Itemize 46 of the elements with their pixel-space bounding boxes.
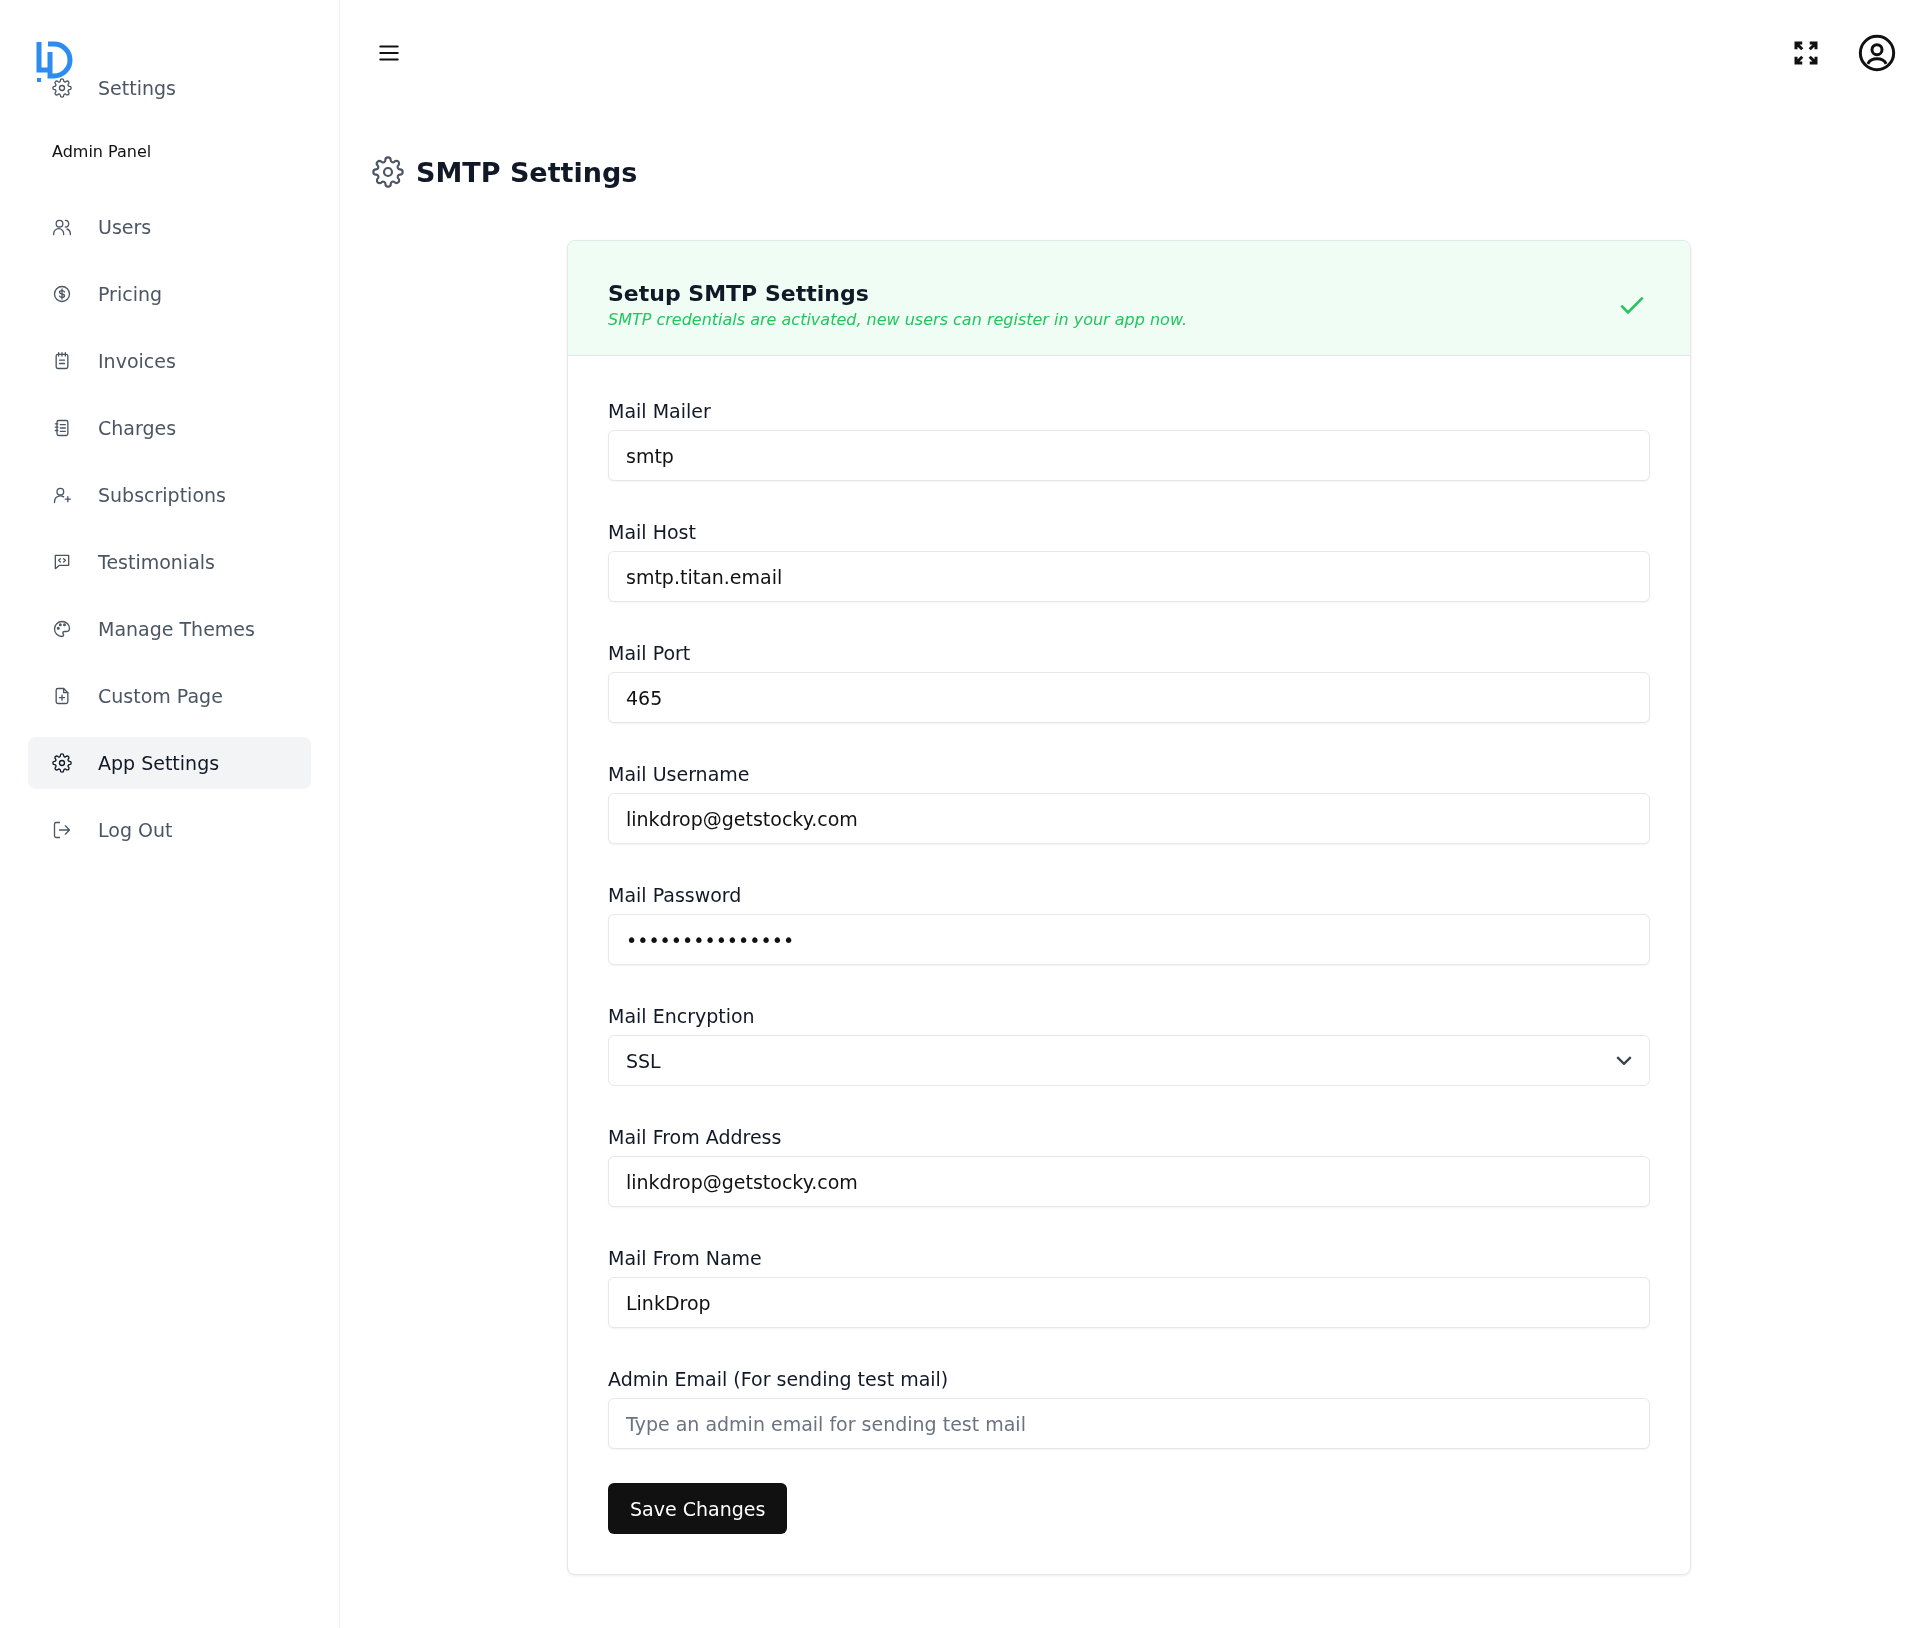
section-title: Admin Panel	[52, 142, 153, 161]
field-label: Mail Username	[608, 763, 751, 785]
user-plus-icon	[52, 485, 72, 505]
field-label: Admin Email (For sending test mail)	[608, 1368, 950, 1390]
select-field[interactable]: SSL	[608, 1035, 1650, 1086]
field-label: Mail From Name	[608, 1247, 763, 1269]
nav-item[interactable]: Pricing	[28, 268, 311, 320]
input-field[interactable]: linkdrop@getstocky.com	[608, 793, 1650, 844]
nav-item[interactable]: Manage Themes	[28, 603, 311, 655]
card-subtitle: SMTP credentials are activated, new users can register in your app now.	[608, 310, 1189, 329]
field-label: Mail Port	[608, 642, 692, 664]
input-field[interactable]: smtp.titan.email	[608, 551, 1650, 602]
page-title: SMTP Settings	[416, 156, 638, 188]
nav-item[interactable]: Charges	[28, 402, 311, 454]
palette-icon	[52, 619, 72, 639]
logout-icon	[52, 820, 72, 840]
nav-item[interactable]: Invoices	[28, 335, 311, 387]
nav-item[interactable]: Users	[28, 201, 311, 253]
save-button[interactable]: Save Changes	[608, 1483, 788, 1534]
field-label: Mail Host	[608, 521, 697, 543]
nav-item[interactable]: Testimonials	[28, 536, 311, 588]
input-field[interactable]: •••••••••••••••	[608, 914, 1650, 965]
nav-item[interactable]: Settings	[28, 68, 311, 108]
nav-item[interactable]: Subscriptions	[28, 469, 311, 521]
input-field[interactable]: smtp	[608, 430, 1650, 481]
nav-item[interactable]: Log Out	[28, 804, 311, 856]
document-list-icon	[52, 418, 72, 438]
card-title: Setup SMTP Settings	[608, 281, 870, 306]
settings-icon	[52, 78, 72, 98]
input-field[interactable]: Type an admin email for sending test mail	[608, 1398, 1650, 1449]
settings-icon	[52, 753, 72, 773]
field-label: Mail Mailer	[608, 400, 712, 422]
dollar-icon	[52, 284, 72, 304]
field-label: Mail Password	[608, 884, 743, 906]
users-icon	[52, 217, 72, 237]
nav-item[interactable]: Custom Page	[28, 670, 311, 722]
user-avatar-icon	[1857, 33, 1897, 73]
settings-icon	[372, 156, 404, 188]
input-field[interactable]: LinkDrop	[608, 1277, 1650, 1328]
chevron-down-icon	[1616, 1056, 1632, 1065]
input-field[interactable]: linkdrop@getstocky.com	[608, 1156, 1650, 1207]
input-field[interactable]: 465	[608, 672, 1650, 723]
field-label: Mail From Address	[608, 1126, 783, 1148]
field-label: Mail Encryption	[608, 1005, 756, 1027]
nav-item[interactable]: App Settings	[28, 737, 311, 789]
message-code-icon	[52, 552, 72, 572]
